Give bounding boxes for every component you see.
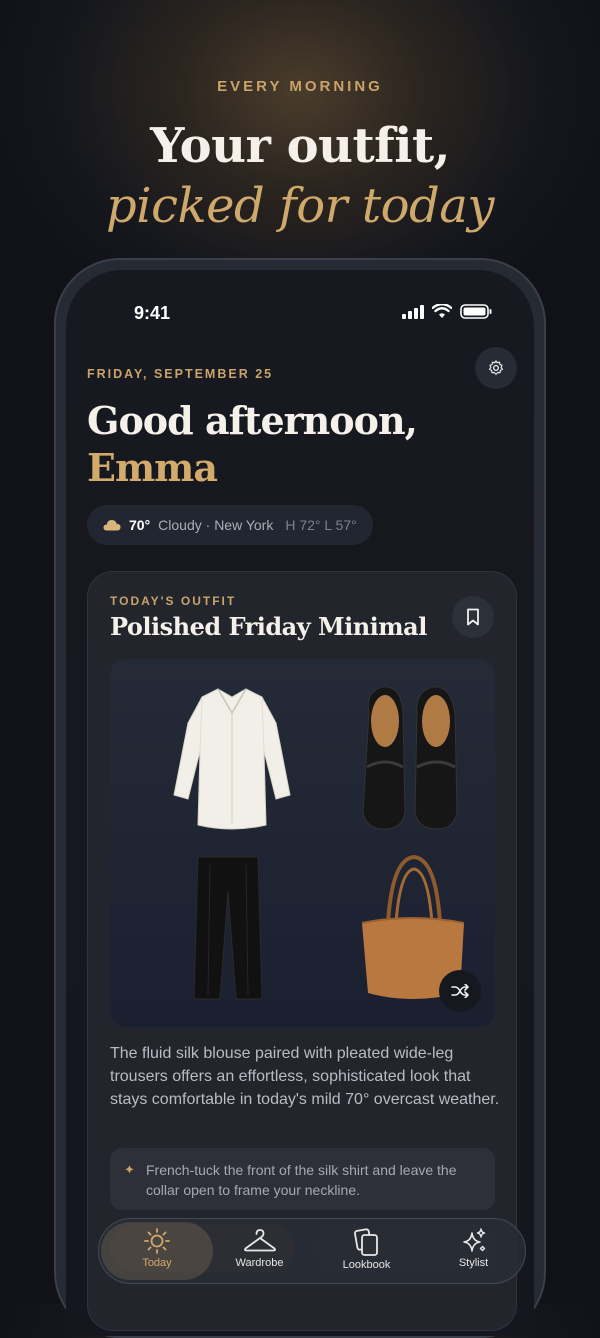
promo-subtitle: picked for today	[106, 178, 494, 234]
outfit-items-grid	[110, 659, 495, 1027]
cards-icon	[353, 1228, 378, 1256]
tab-bar: Today Wardrobe Lookbook Stylist	[98, 1218, 526, 1284]
silk-blouse-image[interactable]	[172, 683, 292, 833]
tab-wardrobe-label: Wardrobe	[235, 1257, 284, 1269]
outfit-card: TODAY'S OUTFIT Polished Friday Minimal T…	[87, 571, 517, 1331]
black-loafers-image[interactable]	[355, 683, 465, 833]
hanger-icon	[243, 1229, 276, 1252]
tip-text: French-tuck the front of the silk shirt …	[146, 1162, 457, 1198]
weather-temp: 70°	[129, 517, 151, 533]
greeting: Good afternoon,	[87, 398, 418, 443]
shuffle-button[interactable]	[439, 970, 481, 1012]
outfit-title: Polished Friday Minimal	[110, 612, 427, 641]
sparkle-icon: ✦	[124, 1162, 135, 1177]
app-screen: 9:41 FRIDAY, SEPTEMBER 25 Good afternoon…	[66, 270, 534, 1336]
user-name: Emma	[87, 445, 218, 490]
styling-tip: ✦ French-tuck the front of the silk shir…	[110, 1148, 495, 1210]
sun-icon	[144, 1228, 170, 1254]
status-icons	[402, 304, 492, 319]
tab-stylist-label: Stylist	[458, 1257, 489, 1269]
cloud-icon	[103, 520, 121, 531]
outfit-eyebrow: TODAY'S OUTFIT	[110, 594, 237, 608]
date-label: FRIDAY, SEPTEMBER 25	[87, 367, 274, 381]
tab-wardrobe[interactable]: Wardrobe	[206, 1219, 313, 1283]
bookmark-button[interactable]	[452, 596, 494, 638]
sparkle-icon	[462, 1228, 485, 1252]
weather-pill[interactable]: 70° Cloudy · New York H 72° L 57°	[87, 505, 373, 545]
weather-condition: Cloudy · New York	[158, 517, 274, 533]
bookmark-icon	[467, 608, 479, 626]
tab-lookbook[interactable]: Lookbook	[313, 1219, 420, 1283]
tab-stylist[interactable]: Stylist	[420, 1219, 527, 1283]
promo-title: Your outfit,	[150, 118, 450, 174]
shuffle-icon	[451, 984, 469, 998]
outfit-description: The fluid silk blouse paired with pleate…	[110, 1045, 500, 1108]
settings-button[interactable]	[475, 347, 517, 389]
tab-today[interactable]: Today	[101, 1222, 213, 1280]
wide-leg-trousers-image[interactable]	[192, 855, 264, 1003]
battery-icon	[460, 304, 492, 319]
signal-icon	[402, 304, 424, 319]
phone-frame: 9:41 FRIDAY, SEPTEMBER 25 Good afternoon…	[54, 258, 546, 1338]
weather-hilo: H 72° L 57°	[285, 517, 357, 533]
promo-eyebrow: EVERY MORNING	[217, 78, 383, 95]
status-time: 9:41	[134, 303, 171, 323]
tab-today-label: Today	[142, 1257, 172, 1269]
gear-icon	[488, 360, 504, 375]
tab-lookbook-label: Lookbook	[342, 1259, 391, 1271]
wifi-icon	[432, 304, 452, 318]
